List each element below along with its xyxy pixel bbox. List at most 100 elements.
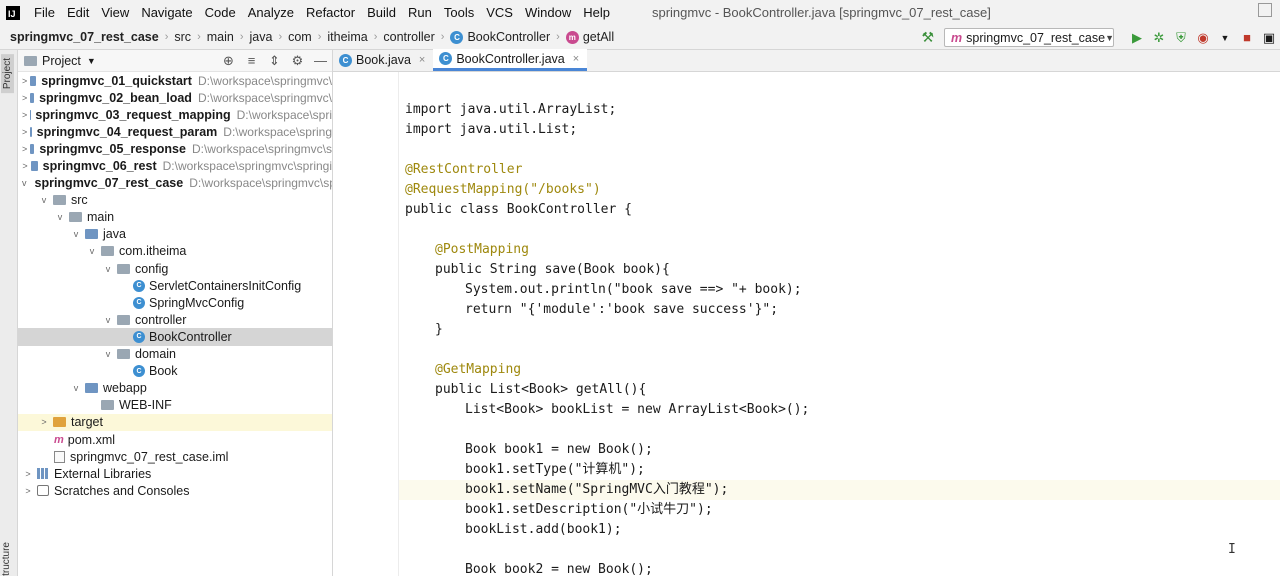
editor-gutter[interactable] — [333, 72, 399, 576]
chevron-right-icon[interactable]: > — [22, 127, 27, 137]
tree-item-module[interactable]: > springmvc_03_request_mapping D:\workspac… — [18, 106, 332, 123]
gear-icon[interactable]: ⚙ — [286, 53, 309, 69]
chevron-right-icon[interactable]: > — [22, 486, 34, 496]
tree-item-package[interactable]: v domain — [18, 346, 332, 363]
profile-icon[interactable]: ◉ — [1192, 27, 1214, 49]
tree-item-module[interactable]: > springmvc_05_response D:\workspace\sprin… — [18, 140, 332, 157]
tree-item-package[interactable]: v controller — [18, 311, 332, 328]
menu-navigate[interactable]: Navigate — [135, 5, 198, 20]
tree-item-module[interactable]: > springmvc_06_rest D:\workspace\springmvc… — [18, 157, 332, 174]
run-configuration-select[interactable]: m springmvc_07_rest_case ▼ — [944, 28, 1114, 47]
tree-item-folder[interactable]: v java — [18, 226, 332, 243]
tab-book-java[interactable]: C Book.java × — [333, 49, 433, 71]
run-icon[interactable]: ▶ — [1126, 27, 1148, 49]
collapse-all-icon[interactable]: ⇕ — [263, 53, 286, 69]
breadcrumb-com[interactable]: com — [284, 30, 316, 44]
tree-item-label: SpringMvcConfig — [149, 295, 245, 310]
breadcrumb-bookcontroller[interactable]: C BookController — [446, 30, 554, 44]
menu-window[interactable]: Window — [519, 5, 577, 20]
chevron-right-icon[interactable]: > — [22, 76, 27, 86]
tree-item-file[interactable]: springmvc_07_rest_case.iml — [18, 448, 332, 465]
tree-item-external-libraries[interactable]: > External Libraries — [18, 465, 332, 482]
tree-item-module[interactable]: v springmvc_07_rest_case D:\workspace\spri… — [18, 175, 332, 192]
window-maximize-button[interactable] — [1258, 3, 1272, 17]
chevron-down-icon[interactable]: v — [102, 264, 114, 274]
chevron-down-icon[interactable]: v — [22, 178, 27, 188]
tree-item-folder[interactable]: WEB-INF — [18, 397, 332, 414]
tree-item-scratches[interactable]: > Scratches and Consoles — [18, 482, 332, 499]
chevron-down-icon[interactable]: v — [86, 246, 98, 256]
tree-item-module[interactable]: > springmvc_04_request_param D:\workspace\… — [18, 123, 332, 140]
menu-run[interactable]: Run — [402, 5, 438, 20]
tree-item-module[interactable]: > springmvc_02_bean_load D:\workspace\spri… — [18, 89, 332, 106]
coverage-icon[interactable]: ⛨ — [1170, 27, 1192, 49]
breadcrumb-project[interactable]: springmvc_07_rest_case — [0, 30, 163, 44]
tree-item-class[interactable]: C SpringMvcConfig — [18, 294, 332, 311]
maven-icon: m — [54, 433, 64, 446]
stop-icon[interactable]: ■ — [1236, 27, 1258, 49]
menu-file[interactable]: File — [28, 5, 61, 20]
menu-edit[interactable]: Edit — [61, 5, 95, 20]
tree-item-class[interactable]: C Book — [18, 363, 332, 380]
tree-item-module[interactable]: > springmvc_01_quickstart D:\workspace\spr… — [18, 72, 332, 89]
breadcrumb-src[interactable]: src — [170, 30, 195, 44]
tab-bookcontroller-java[interactable]: C BookController.java × — [433, 49, 588, 71]
tree-item-file[interactable]: m pom.xml — [18, 431, 332, 448]
tree-item-folder[interactable]: v main — [18, 209, 332, 226]
chevron-down-icon[interactable]: v — [70, 229, 82, 239]
menu-vcs[interactable]: VCS — [480, 5, 519, 20]
tree-item-label: main — [87, 210, 115, 225]
tree-item-class-selected[interactable]: C BookController — [18, 328, 332, 346]
chevron-down-icon[interactable]: v — [38, 195, 50, 205]
chevron-down-icon[interactable]: v — [102, 315, 114, 325]
tree-item-folder[interactable]: v src — [18, 192, 332, 209]
project-view-select[interactable]: Project ▼ — [18, 54, 96, 68]
menu-analyze[interactable]: Analyze — [242, 5, 300, 20]
source-folder-icon — [85, 229, 98, 240]
project-structure-icon[interactable]: ▣ — [1258, 27, 1280, 49]
project-panel: Project ▼ ⊕ ≡ ⇕ ⚙ — > springmvc_01_quicks… — [18, 50, 333, 576]
chevron-right-icon[interactable]: > — [22, 161, 28, 171]
hide-panel-icon[interactable]: — — [309, 53, 332, 68]
menu-help[interactable]: Help — [577, 5, 616, 20]
chevron-down-icon[interactable]: v — [54, 212, 66, 222]
chevron-right-icon[interactable]: > — [38, 417, 50, 427]
chevron-down-icon[interactable]: v — [70, 383, 82, 393]
tree-item-folder[interactable]: v webapp — [18, 380, 332, 397]
breadcrumb-java[interactable]: java — [246, 30, 277, 44]
menu-build[interactable]: Build — [361, 5, 402, 20]
tree-item-package[interactable]: v com.itheima — [18, 243, 332, 260]
project-tool-window-tab[interactable]: Project — [1, 54, 14, 94]
library-icon — [37, 468, 49, 480]
menu-refactor[interactable]: Refactor — [300, 5, 361, 20]
code-line: 10import java.util.List; — [399, 120, 1280, 140]
menu-view[interactable]: View — [95, 5, 135, 20]
code-area[interactable]: 8 9import java.util.ArrayList; 10import … — [399, 72, 1280, 576]
debug-icon[interactable]: ✲ — [1148, 27, 1170, 49]
structure-tool-window-tab[interactable]: Structure — [1, 542, 12, 576]
breadcrumb-getall[interactable]: m getAll — [562, 30, 618, 44]
breadcrumb-itheima[interactable]: itheima — [323, 30, 371, 44]
chevron-down-icon[interactable]: v — [102, 349, 114, 359]
close-icon[interactable]: × — [573, 53, 579, 65]
chevron-right-icon[interactable]: > — [22, 93, 27, 103]
more-run-chevron-down-icon[interactable]: ▼ — [1214, 27, 1236, 49]
menu-tools[interactable]: Tools — [438, 5, 480, 20]
code-text: Book book1 = new Book(); — [465, 442, 653, 457]
chevron-right-icon[interactable]: > — [22, 110, 27, 120]
build-hammer-icon[interactable]: ⚒ — [921, 29, 934, 46]
menu-code[interactable]: Code — [199, 5, 242, 20]
tree-item-package[interactable]: v config — [18, 260, 332, 277]
breadcrumb-controller[interactable]: controller — [379, 30, 438, 44]
code-line: 29book1.setDescription("小试牛刀"); — [399, 500, 1280, 520]
breadcrumb-main[interactable]: main — [203, 30, 238, 44]
code-line: 23public List<Book> getAll(){ — [399, 380, 1280, 400]
chevron-right-icon[interactable]: > — [22, 144, 27, 154]
class-icon: C — [339, 53, 352, 67]
tree-item-class[interactable]: C ServletContainersInitConfig — [18, 277, 332, 294]
locate-file-icon[interactable]: ⊕ — [217, 53, 240, 69]
close-icon[interactable]: × — [419, 54, 425, 66]
tree-item-folder[interactable]: > target — [18, 413, 332, 431]
chevron-right-icon[interactable]: > — [22, 469, 34, 479]
expand-all-icon[interactable]: ≡ — [240, 53, 263, 68]
